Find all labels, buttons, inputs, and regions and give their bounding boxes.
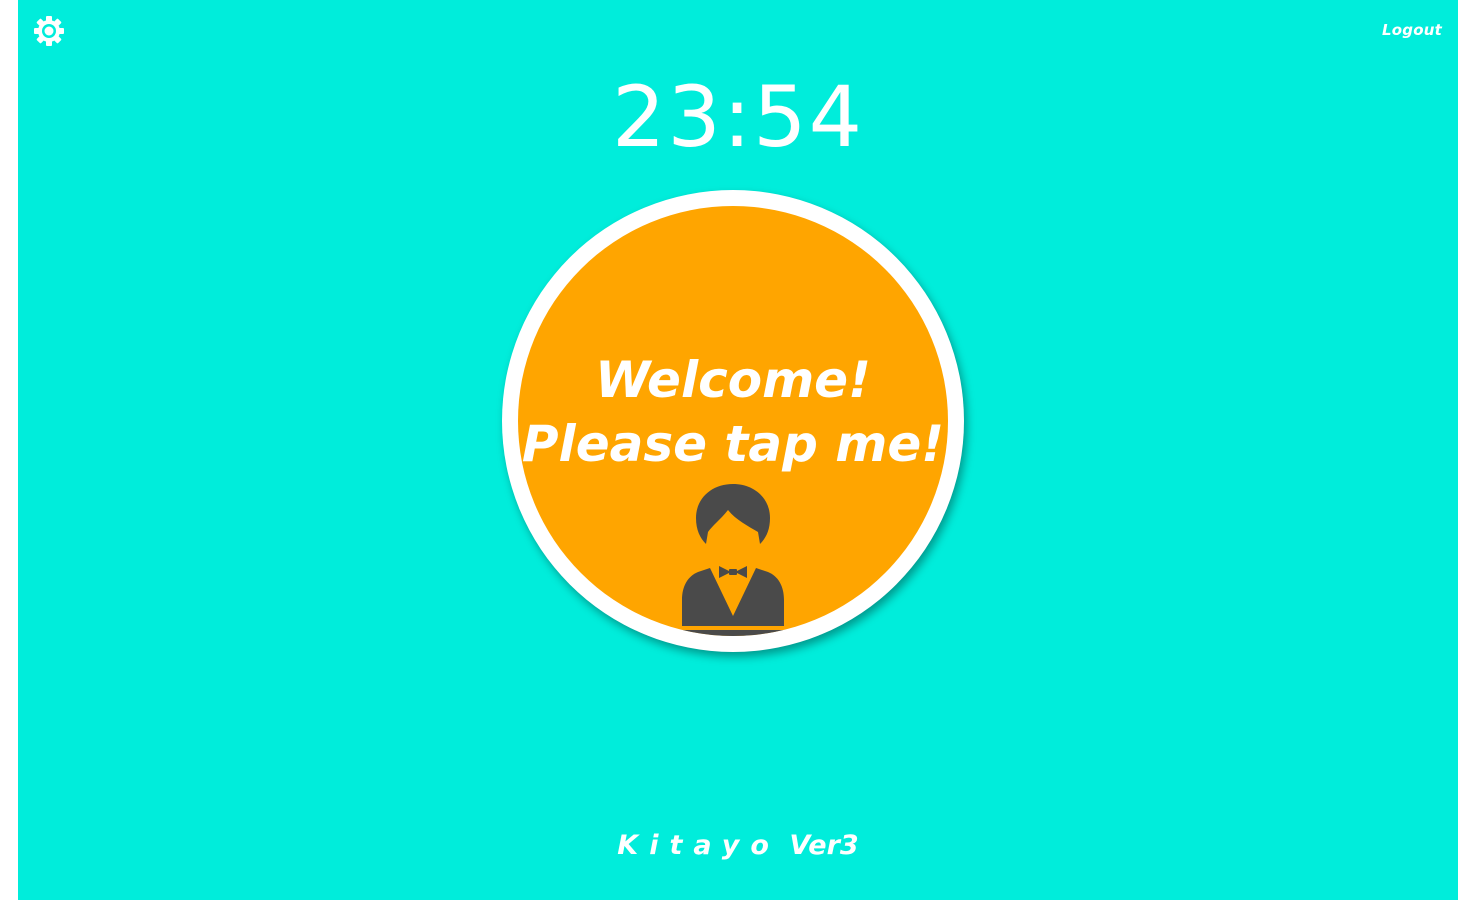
clock-display: 23:54 bbox=[611, 68, 865, 166]
gear-icon bbox=[34, 16, 64, 46]
tap-prompt-line: Please tap me! bbox=[521, 415, 945, 473]
version-label: Ver3 bbox=[789, 830, 859, 861]
tap-button-face[interactable]: Welcome! Please tap me! bbox=[518, 206, 948, 636]
app-screen: Logout 23:54 Welcome! Please tap me! Kit… bbox=[18, 0, 1458, 900]
welcome-tap-button[interactable]: Welcome! Please tap me! bbox=[502, 190, 964, 652]
welcome-message: Welcome! Please tap me! bbox=[518, 348, 948, 476]
logout-link[interactable]: Logout bbox=[1382, 21, 1442, 39]
welcome-line: Welcome! bbox=[595, 351, 871, 409]
waiter-icon bbox=[674, 484, 792, 636]
app-version: Kitayo Ver3 bbox=[18, 830, 1458, 861]
brand-name: Kitayo bbox=[617, 830, 780, 861]
settings-button[interactable] bbox=[32, 14, 66, 48]
